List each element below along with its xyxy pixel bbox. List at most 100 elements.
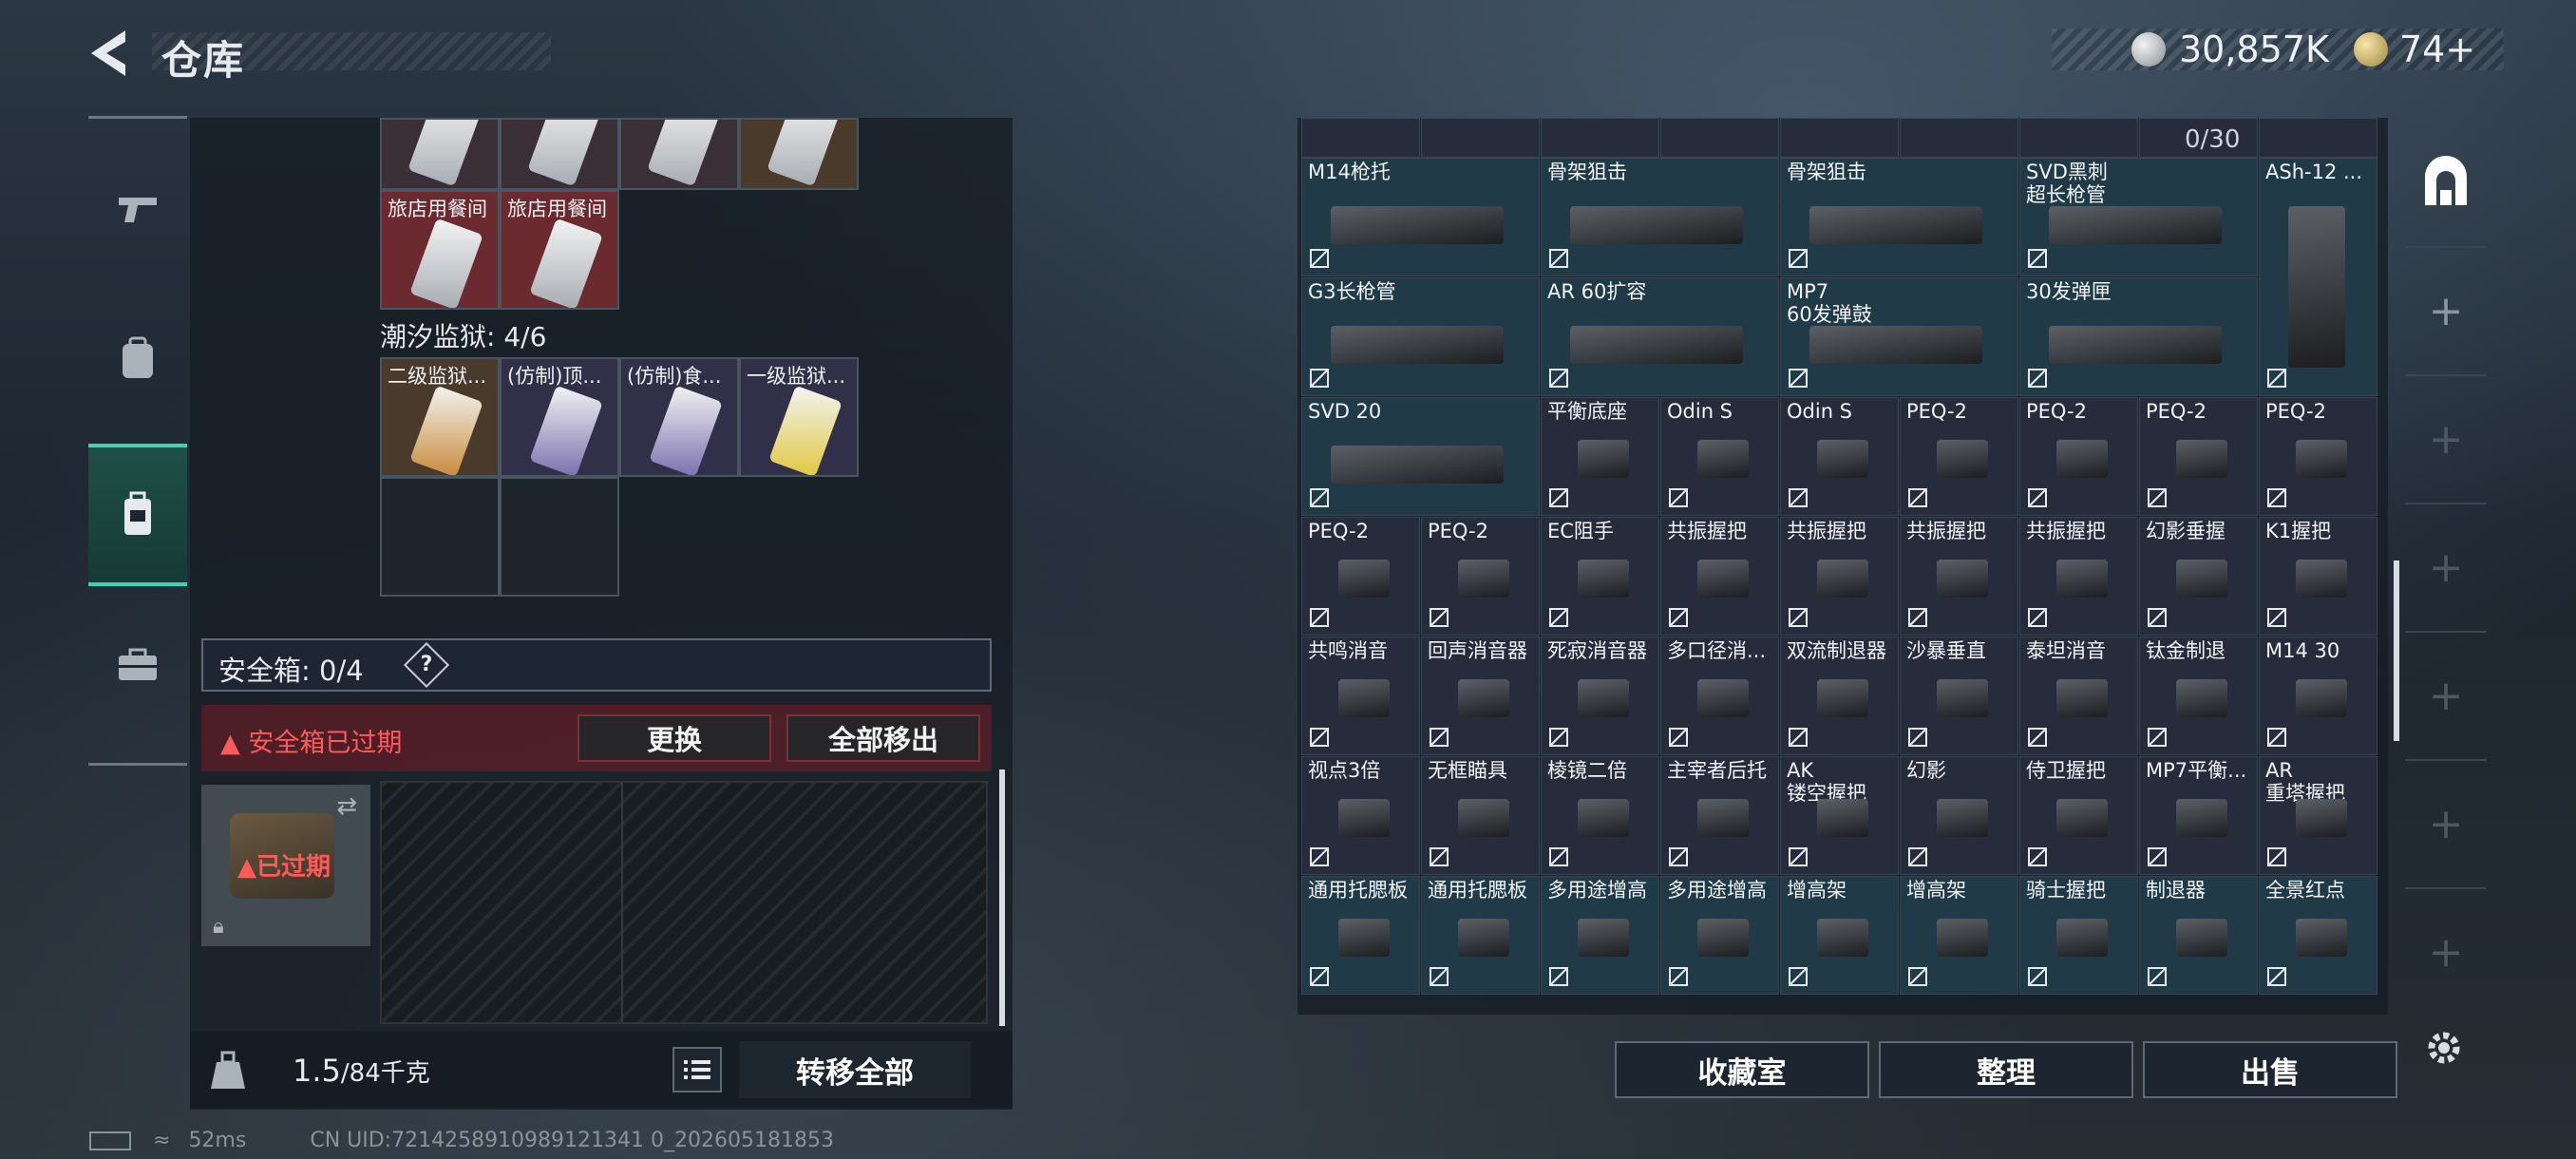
inventory-item[interactable]: 棱镜二倍: [1541, 756, 1659, 875]
inventory-slot[interactable]: [2259, 118, 2377, 158]
back-arrow-icon[interactable]: [87, 27, 131, 80]
help-icon[interactable]: ?: [403, 641, 450, 689]
inventory-item[interactable]: 全景红点: [2259, 876, 2377, 995]
add-storage-button[interactable]: +: [2405, 503, 2487, 631]
inventory-item[interactable]: 通用托腮板: [1301, 876, 1420, 995]
inventory-item[interactable]: 泰坦消音: [2019, 636, 2138, 755]
stash-item[interactable]: 旅店用餐间: [500, 190, 619, 310]
inventory-item[interactable]: 回声消音器: [1421, 636, 1540, 755]
replace-button[interactable]: 更换: [578, 714, 771, 762]
add-storage-button[interactable]: +: [2405, 374, 2487, 503]
inventory-item[interactable]: PEQ-2: [1900, 397, 2018, 516]
add-storage-button[interactable]: +: [2405, 759, 2487, 887]
add-storage-button[interactable]: +: [2405, 246, 2487, 374]
right-scrollbar[interactable]: [2394, 560, 2399, 741]
inventory-item[interactable]: PEQ-2: [1421, 517, 1540, 636]
inventory-item[interactable]: Odin S: [1660, 397, 1779, 516]
inventory-item[interactable]: 制退器: [2139, 876, 2258, 995]
inventory-item[interactable]: M14 30: [2259, 636, 2377, 755]
main-storage-tab[interactable]: [2405, 118, 2487, 246]
inventory-item[interactable]: 骨架狙击: [1541, 158, 1779, 276]
sort-button[interactable]: 整理: [1879, 1041, 2133, 1098]
inventory-item[interactable]: 幻影: [1900, 756, 2018, 875]
inventory-item[interactable]: 钛金制退: [2139, 636, 2258, 755]
nav-storage[interactable]: [88, 444, 187, 586]
list-view-button[interactable]: [672, 1047, 722, 1092]
inventory-item[interactable]: PEQ-2: [1301, 517, 1420, 636]
stash-item[interactable]: 二级监狱...: [380, 357, 500, 477]
gold-balance[interactable]: 74+: [2399, 28, 2475, 70]
inventory-item[interactable]: 多用途增高: [1660, 876, 1779, 995]
inventory-item[interactable]: 视点3倍: [1301, 756, 1420, 875]
inventory-slot[interactable]: [1660, 118, 1779, 158]
gear-icon[interactable]: [2420, 1024, 2468, 1072]
keycard-icon: [529, 385, 603, 475]
inventory-item[interactable]: PEQ-2: [2259, 397, 2377, 516]
inventory-item[interactable]: 共振握把: [1660, 517, 1779, 636]
inventory-item[interactable]: 主宰者后托: [1660, 756, 1779, 875]
inventory-item[interactable]: 共振握把: [1780, 517, 1899, 636]
empty-slot[interactable]: [380, 477, 500, 597]
inventory-item[interactable]: MP7平衡...: [2139, 756, 2258, 875]
transfer-all-button[interactable]: 转移全部: [739, 1041, 971, 1098]
stash-item[interactable]: [619, 118, 739, 190]
stash-item[interactable]: [739, 118, 859, 190]
inventory-item[interactable]: 多用途增高: [1541, 876, 1659, 995]
inventory-item[interactable]: SVD 20: [1301, 397, 1540, 516]
inventory-item[interactable]: AR 60扩容: [1541, 277, 1779, 396]
inventory-item[interactable]: AK 镂空握把: [1780, 756, 1899, 875]
inventory-item[interactable]: 侍卫握把: [2019, 756, 2138, 875]
inventory-item[interactable]: AR 重塔握把: [2259, 756, 2377, 875]
inventory-slot[interactable]: [1301, 118, 1420, 158]
inventory-item[interactable]: 30发弹匣: [2019, 277, 2258, 396]
left-scrollbar[interactable]: [999, 770, 1005, 1026]
inventory-item[interactable]: ASh-12 ...: [2259, 158, 2377, 396]
add-storage-button[interactable]: +: [2405, 631, 2487, 759]
inventory-item[interactable]: G3长枪管: [1301, 277, 1540, 396]
inventory-item[interactable]: 骑士握把: [2019, 876, 2138, 995]
inventory-item[interactable]: M14枪托: [1301, 158, 1540, 276]
nav-armor[interactable]: [88, 288, 187, 430]
inventory-item[interactable]: 骨架狙击: [1780, 158, 2018, 276]
stash-item[interactable]: 一级监狱...: [739, 357, 859, 477]
inventory-item[interactable]: 多口径消...: [1660, 636, 1779, 755]
stash-item[interactable]: 旅店用餐间: [380, 190, 500, 310]
inventory-item[interactable]: Odin S: [1780, 397, 1899, 516]
inventory-slot[interactable]: [1900, 118, 2018, 158]
inventory-item[interactable]: 增高架: [1780, 876, 1899, 995]
inventory-slot[interactable]: [2019, 118, 2138, 158]
sell-button[interactable]: 出售: [2143, 1041, 2397, 1098]
safe-case-slot[interactable]: ▲已过期 ⇄ 🔒︎: [201, 785, 370, 946]
stash-item[interactable]: [380, 118, 500, 190]
move-all-out-button[interactable]: 全部移出: [786, 714, 980, 762]
inventory-item[interactable]: 死寂消音器: [1541, 636, 1659, 755]
inventory-item[interactable]: SVD黑刺 超长枪管: [2019, 158, 2258, 276]
inventory-item[interactable]: MP7 60发弹鼓: [1780, 277, 2018, 396]
inventory-item[interactable]: 增高架: [1900, 876, 2018, 995]
inventory-item[interactable]: 双流制退器: [1780, 636, 1899, 755]
inventory-item[interactable]: PEQ-2: [2019, 397, 2138, 516]
inventory-slot[interactable]: [1780, 118, 1899, 158]
inventory-item[interactable]: 幻影垂握: [2139, 517, 2258, 636]
swap-icon[interactable]: ⇄: [336, 792, 357, 821]
inventory-item[interactable]: 共振握把: [2019, 517, 2138, 636]
inventory-item[interactable]: 共振握把: [1900, 517, 2018, 636]
stash-item[interactable]: [500, 118, 619, 190]
empty-slot[interactable]: [500, 477, 619, 597]
nav-toolbox[interactable]: [88, 594, 187, 736]
nav-weapons[interactable]: [88, 138, 187, 280]
inventory-item[interactable]: K1握把: [2259, 517, 2377, 636]
inventory-item[interactable]: 平衡底座: [1541, 397, 1659, 516]
inventory-item[interactable]: EC阻手: [1541, 517, 1659, 636]
inventory-slot[interactable]: [1541, 118, 1659, 158]
stash-item[interactable]: (仿制)顶...: [500, 357, 619, 477]
collection-button[interactable]: 收藏室: [1615, 1041, 1869, 1098]
inventory-item[interactable]: 通用托腮板: [1421, 876, 1540, 995]
inventory-item[interactable]: 无框瞄具: [1421, 756, 1540, 875]
stash-item[interactable]: (仿制)食...: [619, 357, 739, 477]
inventory-item[interactable]: 沙暴垂直: [1900, 636, 2018, 755]
inventory-slot[interactable]: [1421, 118, 1540, 158]
inventory-item[interactable]: PEQ-2: [2139, 397, 2258, 516]
add-storage-button[interactable]: +: [2405, 887, 2487, 1016]
inventory-item[interactable]: 共鸣消音: [1301, 636, 1420, 755]
